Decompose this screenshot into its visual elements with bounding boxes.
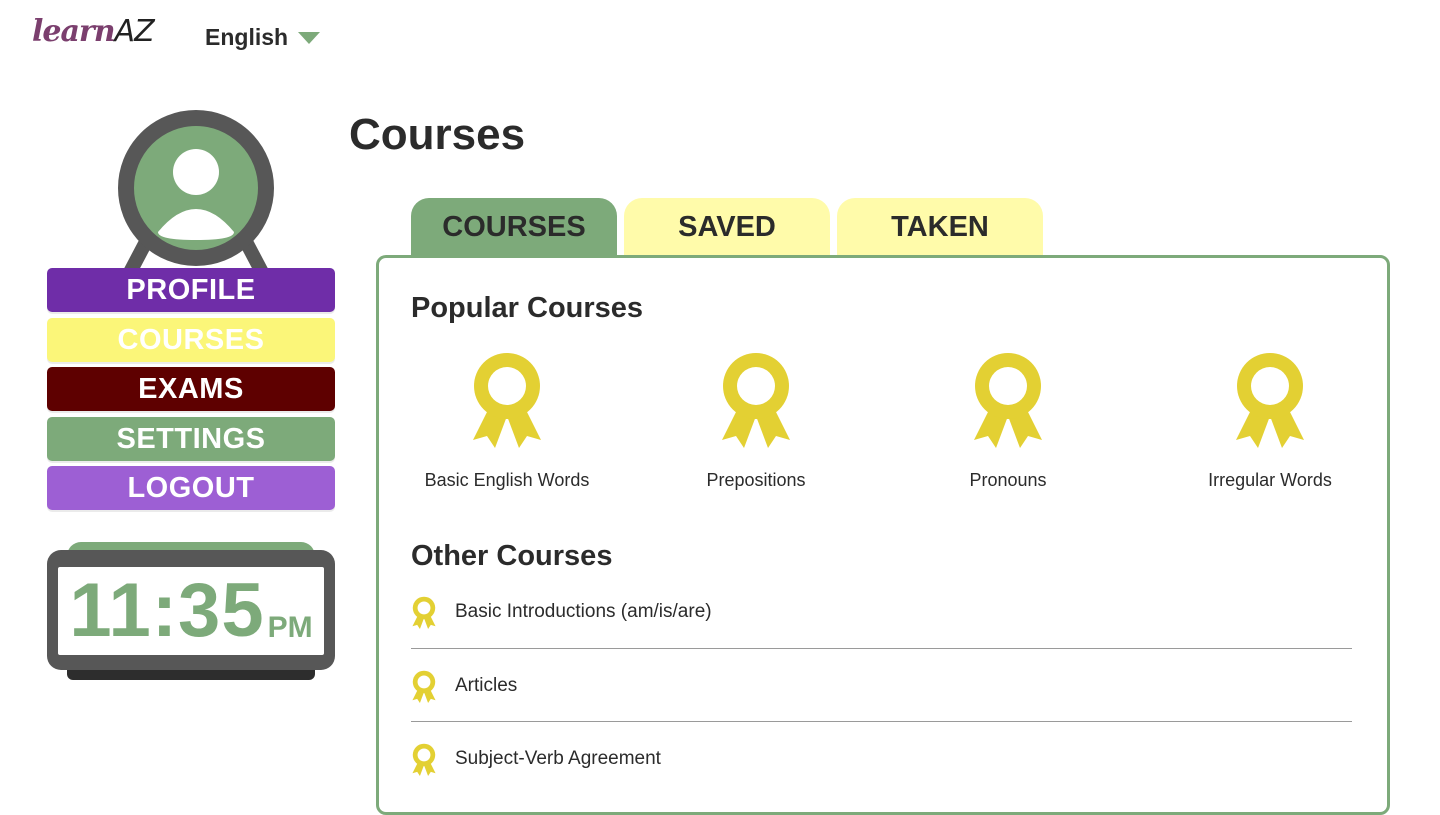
- language-selector[interactable]: English: [205, 24, 321, 51]
- popular-course-label: Basic English Words: [424, 470, 590, 490]
- popular-course-label: Pronouns: [969, 470, 1047, 490]
- popular-course-label: Irregular Words: [1208, 470, 1332, 490]
- menu-logout-button[interactable]: LOGOUT: [47, 466, 335, 510]
- award-ribbon-icon: [722, 353, 790, 448]
- caret-down-icon: [298, 31, 321, 44]
- language-label: English: [205, 24, 289, 50]
- avatar-icon[interactable]: [110, 108, 282, 280]
- list-item[interactable]: Articles: [411, 649, 1352, 723]
- logo-az-text: AZ: [114, 14, 155, 49]
- menu-settings-button[interactable]: SETTINGS: [47, 417, 335, 461]
- clock-time: 11:35: [69, 568, 265, 653]
- popular-course-card[interactable]: Irregular Words: [1160, 348, 1380, 491]
- award-ribbon-icon: [412, 743, 436, 776]
- list-item-label: Articles: [455, 675, 518, 696]
- list-item-label: Basic Introductions (am/is/are): [455, 601, 712, 622]
- tab-courses[interactable]: COURSES: [411, 198, 617, 256]
- popular-course-card[interactable]: Pronouns: [898, 348, 1118, 491]
- menu-profile-button[interactable]: PROFILE: [47, 268, 335, 312]
- clock-face: 11:35 PM: [58, 567, 324, 655]
- menu-exams-button[interactable]: EXAMS: [47, 367, 335, 411]
- award-ribbon-icon: [974, 353, 1042, 448]
- popular-course-label: Prepositions: [706, 470, 806, 490]
- app-logo[interactable]: learn AZ: [32, 14, 155, 54]
- other-courses-heading: Other Courses: [411, 540, 613, 572]
- clock-ampm: PM: [267, 611, 313, 644]
- award-ribbon-icon: [473, 353, 541, 448]
- menu-courses-button[interactable]: COURSES: [47, 318, 335, 362]
- award-ribbon-icon: [412, 670, 436, 703]
- list-item[interactable]: Basic Introductions (am/is/are): [411, 575, 1352, 649]
- award-ribbon-icon: [412, 596, 436, 629]
- list-item[interactable]: Subject-Verb Agreement: [411, 722, 1352, 796]
- award-ribbon-icon: [1236, 353, 1304, 448]
- list-item-label: Subject-Verb Agreement: [455, 748, 661, 769]
- tab-taken[interactable]: TAKEN: [837, 198, 1043, 256]
- tab-saved[interactable]: SAVED: [624, 198, 830, 256]
- page-title: Courses: [349, 110, 526, 159]
- logo-learn-text: learn: [32, 14, 116, 49]
- popular-courses-heading: Popular Courses: [411, 292, 644, 324]
- popular-course-card[interactable]: Basic English Words: [397, 348, 617, 491]
- popular-course-card[interactable]: Prepositions: [646, 348, 866, 491]
